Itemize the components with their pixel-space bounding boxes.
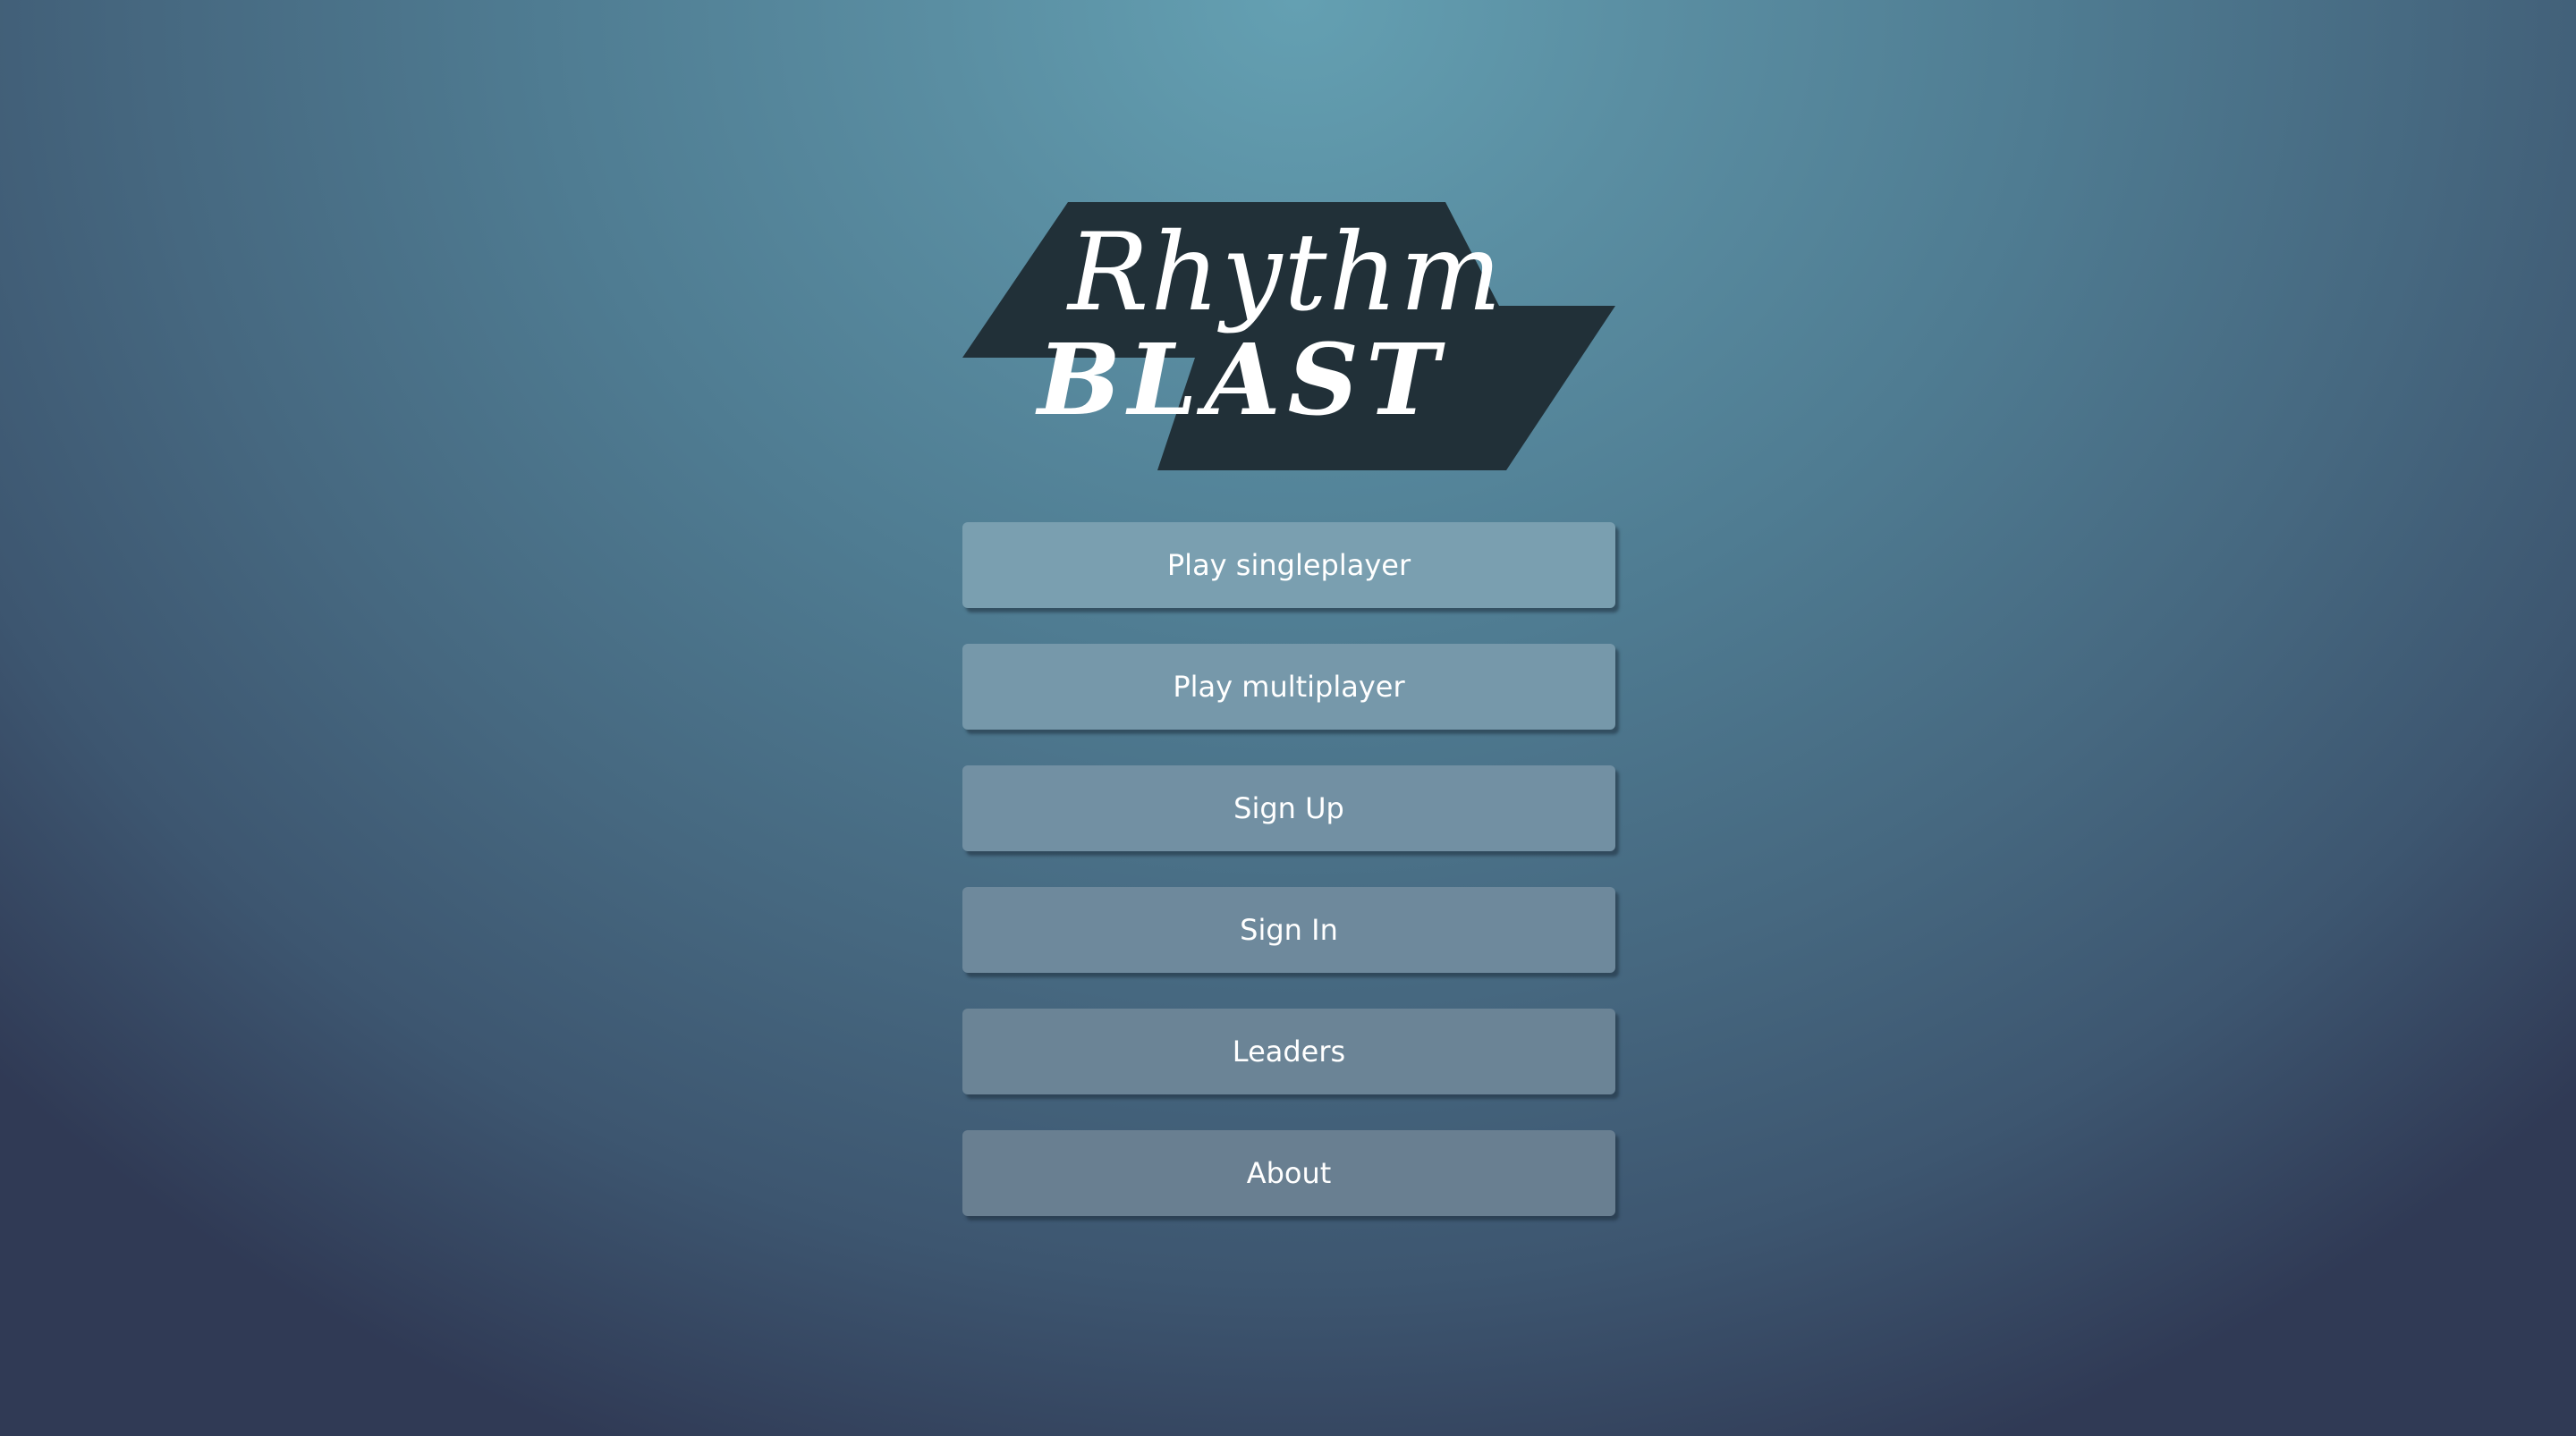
about-button[interactable]: About <box>962 1130 1615 1216</box>
main-menu: Rhythm BLAST Play singleplayer Play mult… <box>962 200 1615 1252</box>
play-multiplayer-button[interactable]: Play multiplayer <box>962 644 1615 730</box>
sign-up-button[interactable]: Sign Up <box>962 765 1615 851</box>
logo-title-blast: BLAST <box>1038 322 1446 437</box>
logo-title-rhythm: Rhythm <box>1068 211 1504 335</box>
sign-in-button[interactable]: Sign In <box>962 887 1615 973</box>
play-singleplayer-button[interactable]: Play singleplayer <box>962 522 1615 608</box>
game-logo: Rhythm BLAST <box>962 200 1615 472</box>
leaders-button[interactable]: Leaders <box>962 1009 1615 1094</box>
